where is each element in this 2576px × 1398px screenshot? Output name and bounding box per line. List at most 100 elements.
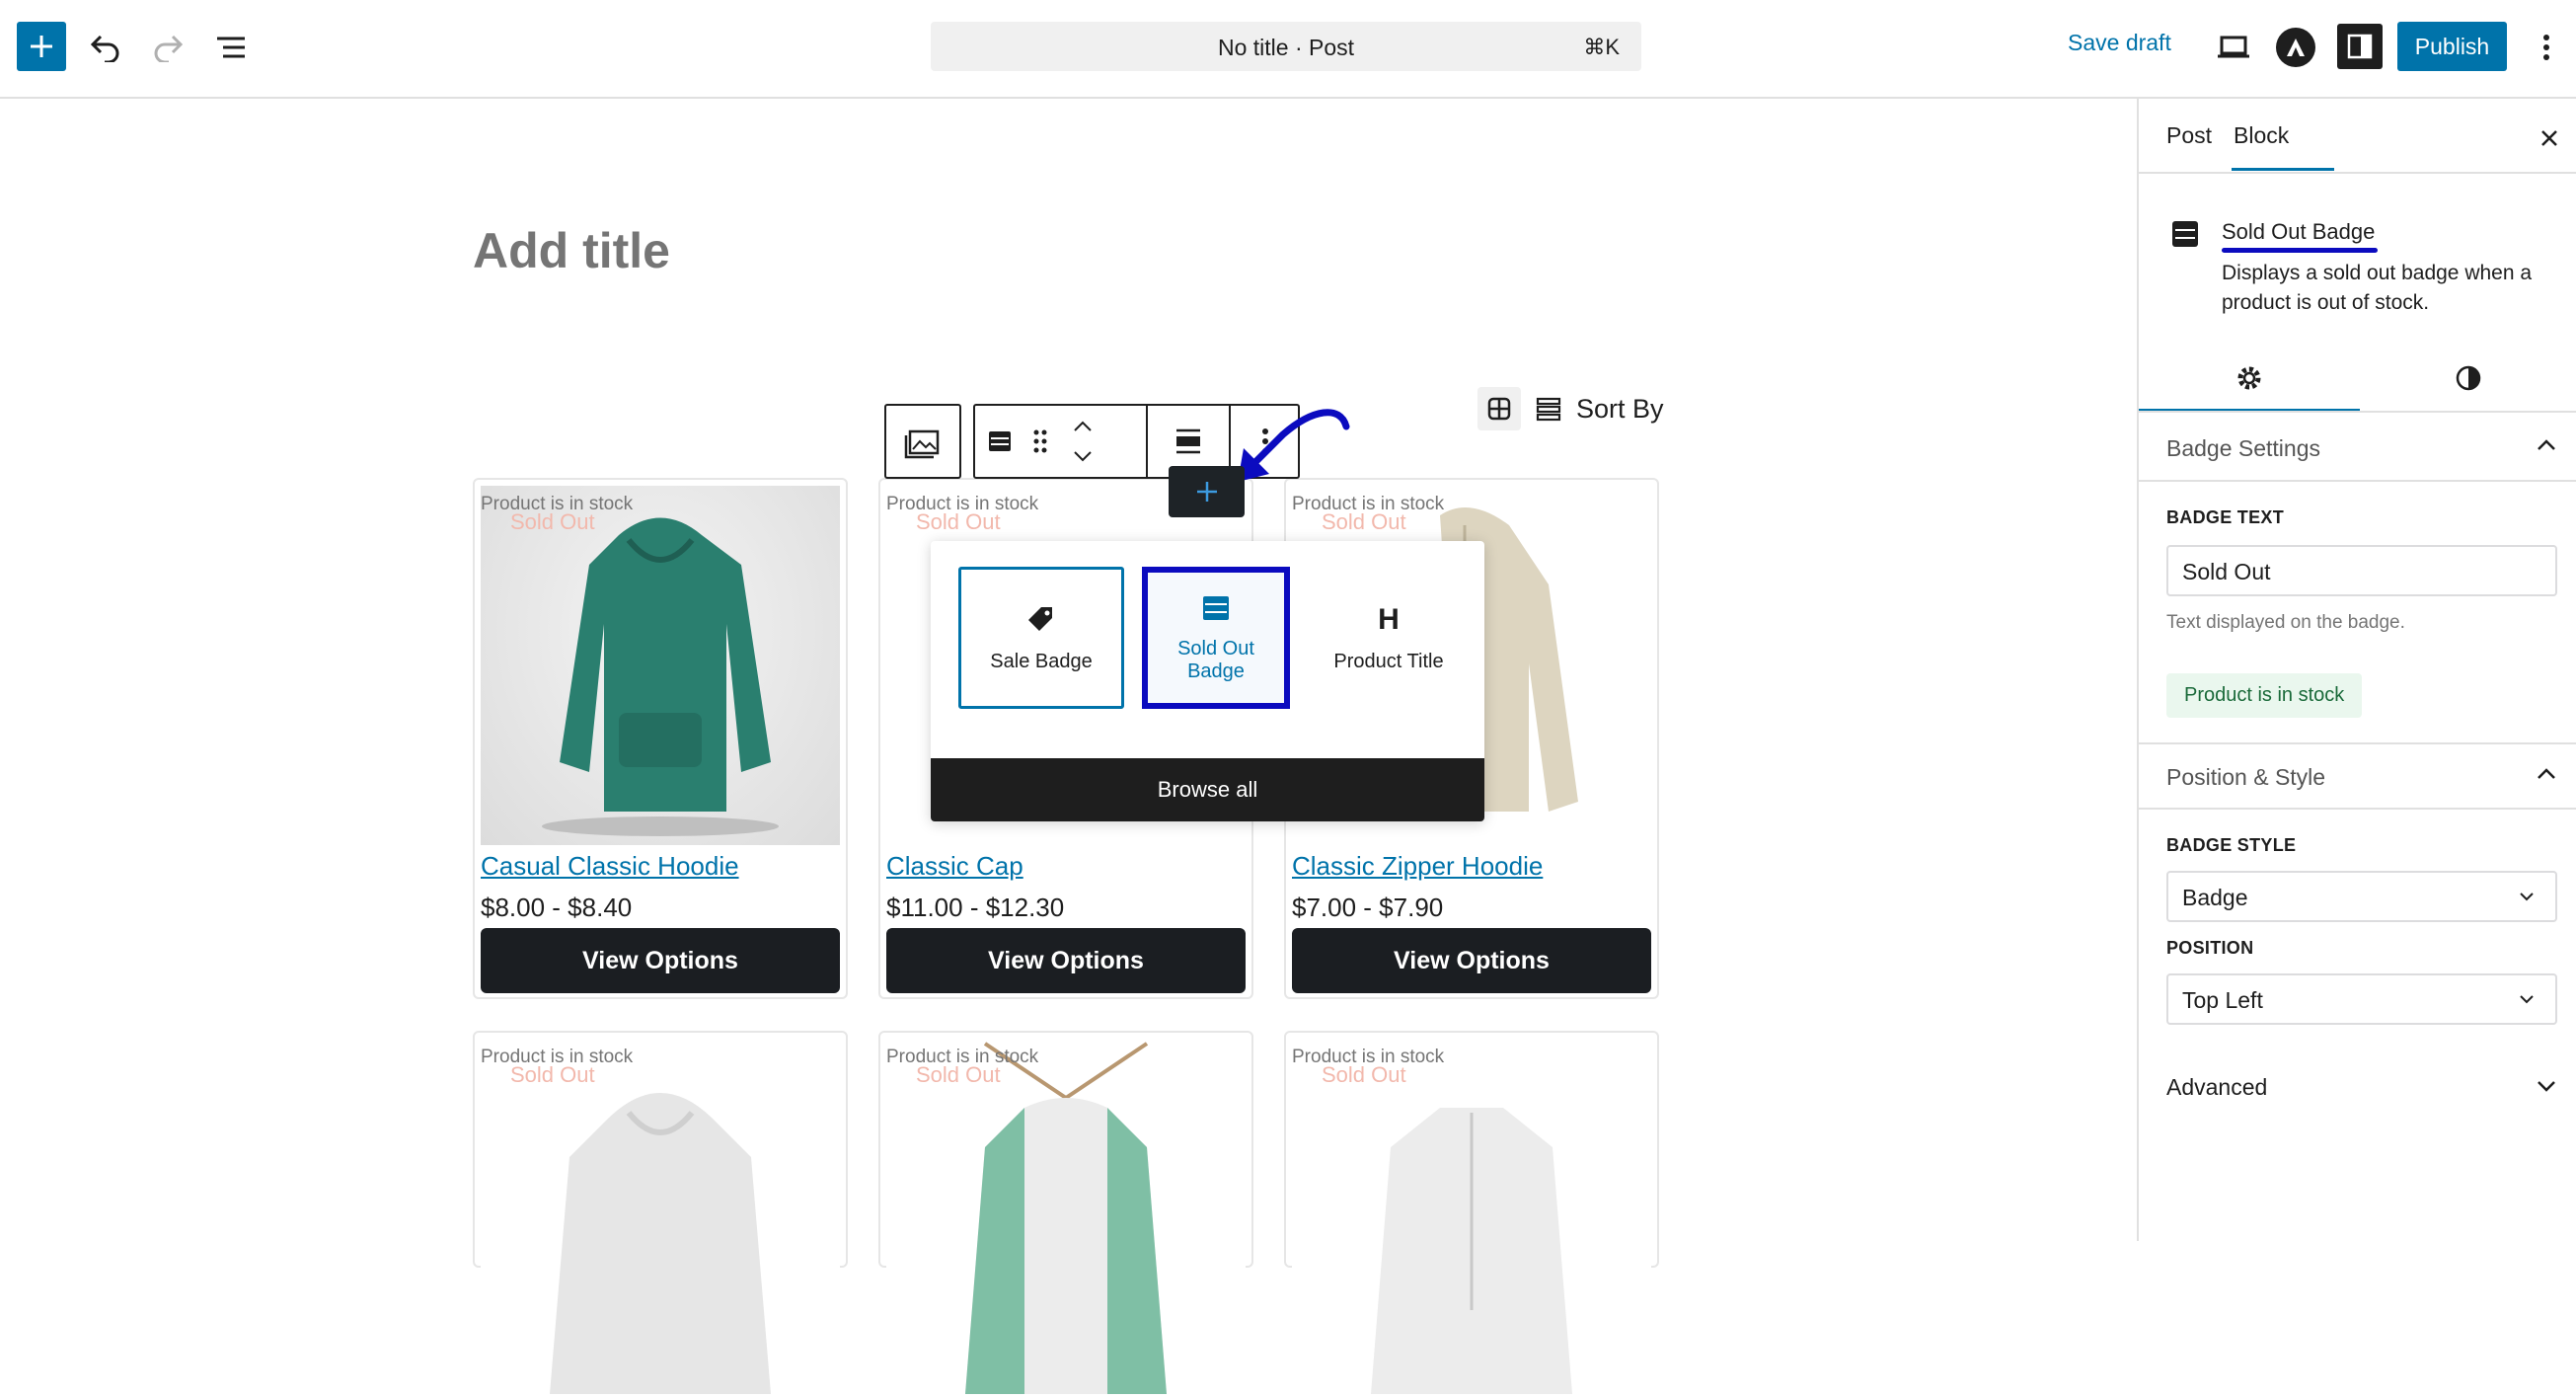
align-icon <box>1176 428 1200 454</box>
close-icon <box>2541 130 2557 146</box>
block-type-button[interactable] <box>975 406 1024 477</box>
settings-tab[interactable] <box>2139 350 2360 407</box>
chevron-down-icon <box>2520 995 2534 1004</box>
chevron-up-icon[interactable] <box>2536 438 2557 452</box>
astra-logo-icon <box>2287 39 2305 56</box>
white-zip-jacket-illustration <box>1371 1108 1572 1394</box>
sold-out-badge: Sold Out <box>1322 509 1406 534</box>
document-overview-button[interactable] <box>209 26 253 69</box>
list-view-icon <box>217 37 245 58</box>
tab-block[interactable]: Block <box>2234 122 2289 149</box>
stock-status-pill: Product is in stock <box>2166 673 2363 718</box>
sidebar-icon <box>2347 34 2373 59</box>
settings-sidebar: Post Block Sold Out Badge Displays a sol… <box>2137 99 2576 1241</box>
product-title-link[interactable]: Casual Classic Hoodie <box>481 851 739 882</box>
move-up-button[interactable] <box>1060 412 1105 441</box>
badge-style-select[interactable]: Badge <box>2166 871 2557 922</box>
product-image[interactable] <box>1292 1039 1651 1398</box>
contrast-icon <box>2456 365 2480 391</box>
drag-handle[interactable] <box>1023 406 1058 477</box>
redo-button[interactable] <box>146 26 189 69</box>
post-title-input[interactable]: Add title <box>473 222 670 279</box>
badge-text-help: Text displayed on the badge. <box>2166 612 2405 633</box>
sold-out-badge: Sold Out <box>510 509 595 534</box>
product-collection-icon <box>904 429 940 459</box>
advanced-header[interactable]: Advanced <box>2166 1074 2267 1101</box>
desktop-preview-icon <box>2218 36 2249 58</box>
badge-text-label: BADGE TEXT <box>2166 507 2285 527</box>
divider <box>2139 480 2576 482</box>
badge-settings-header[interactable]: Badge Settings <box>2166 435 2320 462</box>
block-description: Displays a sold out badge when a product… <box>2222 262 2533 314</box>
command-palette-bar[interactable]: No title · Post ⌘K <box>931 22 1641 71</box>
publish-button[interactable]: Publish <box>2397 22 2507 71</box>
close-sidebar-button[interactable] <box>2530 118 2569 158</box>
sold-out-badge: Sold Out <box>916 1062 1001 1087</box>
annotation-arrow-icon <box>1238 409 1350 482</box>
chevron-up-icon <box>1074 421 1092 431</box>
more-vertical-icon <box>2543 35 2549 60</box>
redo-icon <box>154 35 184 62</box>
badge-text-input[interactable]: Sold Out <box>2166 545 2557 596</box>
view-options-button[interactable]: View Options <box>481 928 840 993</box>
view-options-button[interactable]: View Options <box>1292 928 1651 993</box>
undo-button[interactable] <box>84 26 127 69</box>
options-menu-button[interactable] <box>2531 26 2562 69</box>
tag-icon <box>1028 606 1052 631</box>
plus-icon <box>1196 482 1217 502</box>
preview-button[interactable] <box>2212 26 2255 69</box>
inserter-item-product-title[interactable]: H Product Title <box>1310 567 1468 709</box>
inserter-item-sale-badge[interactable]: Sale Badge <box>958 567 1124 709</box>
product-card: Product is in stock Sold Out <box>473 1031 848 1398</box>
sold-out-badge: Sold Out <box>916 509 1001 534</box>
browse-all-button[interactable]: Browse all <box>931 758 1484 821</box>
chevron-up-icon[interactable] <box>2536 767 2557 781</box>
product-image[interactable] <box>481 486 840 845</box>
list-icon <box>1536 397 1561 422</box>
sort-by-label[interactable]: Sort By <box>1576 394 1664 425</box>
product-title-link[interactable]: Classic Cap <box>886 851 1023 882</box>
save-draft-button[interactable]: Save draft <box>2068 30 2171 56</box>
white-hoodie-illustration <box>550 1093 771 1394</box>
block-inserter-toggle[interactable] <box>1169 466 1245 517</box>
active-tab-indicator <box>2232 168 2334 171</box>
tab-post[interactable]: Post <box>2166 122 2212 149</box>
position-style-header[interactable]: Position & Style <box>2166 764 2325 791</box>
move-down-button[interactable] <box>1060 441 1105 471</box>
position-select[interactable]: Top Left <box>2166 973 2557 1025</box>
grid-view-button[interactable] <box>1477 387 1521 430</box>
list-view-toggle[interactable] <box>1535 396 1562 422</box>
block-name: Sold Out Badge <box>2222 219 2376 244</box>
editor-top-bar: No title · Post ⌘K Save draft Publish <box>0 0 2576 99</box>
product-price: $7.00 - $7.90 <box>1292 893 1444 922</box>
teal-hoodie-illustration <box>542 517 779 836</box>
inserter-item-sold-out-badge[interactable]: Sold Out Badge <box>1142 567 1290 709</box>
view-options-button[interactable]: View Options <box>886 928 1246 993</box>
divider <box>2139 808 2576 810</box>
astra-settings-button[interactable] <box>2276 28 2315 67</box>
product-image[interactable] <box>481 1039 840 1398</box>
product-price: $11.00 - $12.30 <box>886 893 1065 922</box>
annotation-underline <box>2222 248 2378 253</box>
settings-sidebar-toggle[interactable] <box>2337 24 2383 69</box>
sold-out-badge: Sold Out <box>510 1062 595 1087</box>
product-price: $8.00 - $8.40 <box>481 893 633 922</box>
divider <box>2139 172 2576 174</box>
inserter-item-label: Product Title <box>1333 650 1444 672</box>
chevron-down-icon[interactable] <box>2536 1079 2557 1093</box>
styles-tab[interactable] <box>2360 350 2576 407</box>
divider <box>2139 411 2576 413</box>
sold-out-badge-icon <box>2172 221 2198 247</box>
document-title: No title · Post <box>1217 35 1355 60</box>
inserter-item-label: Sale Badge <box>990 650 1093 672</box>
sort-controls: Sort By <box>1477 387 1664 430</box>
divider <box>2139 742 2576 744</box>
product-title-link[interactable]: Classic Zipper Hoodie <box>1292 851 1543 882</box>
add-block-button[interactable] <box>17 22 66 71</box>
undo-icon <box>90 35 119 62</box>
grid-icon <box>1487 397 1511 421</box>
product-image[interactable] <box>886 1039 1246 1398</box>
gear-icon <box>2237 366 2261 390</box>
parent-block-selector[interactable] <box>884 404 961 479</box>
drag-icon <box>1033 429 1047 453</box>
